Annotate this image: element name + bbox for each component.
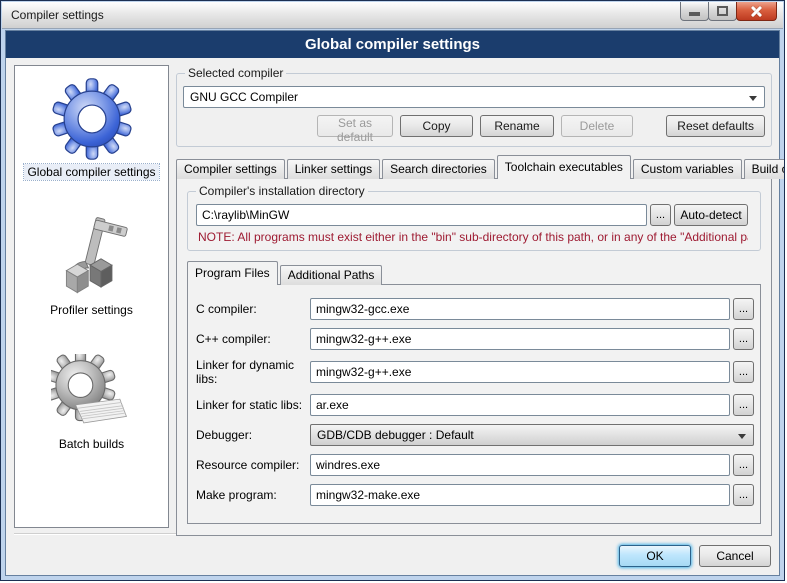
- make-program-input[interactable]: [310, 484, 730, 506]
- settings-tabs: Compiler settings Linker settings Search…: [176, 155, 772, 179]
- resource-compiler-browse-button[interactable]: ...: [733, 454, 754, 476]
- auto-detect-button[interactable]: Auto-detect: [674, 204, 748, 226]
- title-bar[interactable]: Compiler settings: [2, 2, 783, 29]
- selected-compiler-group: Selected compiler GNU GCC Compiler Set a…: [176, 73, 772, 147]
- chevron-down-icon: [738, 434, 746, 439]
- group-label: Compiler's installation directory: [196, 184, 368, 198]
- settings-category-list: Global compiler settings: [14, 65, 169, 528]
- field-label: Linker for static libs:: [196, 398, 310, 412]
- program-files-panel: C compiler: ... C++ compiler: ... Linker…: [187, 284, 761, 524]
- debugger-select-value: GDB/CDB debugger : Default: [317, 428, 474, 442]
- sidebar-item-label: Global compiler settings: [24, 164, 158, 180]
- dialog-body: Global compiler settings: [5, 30, 780, 576]
- tab-compiler-settings[interactable]: Compiler settings: [176, 159, 285, 179]
- set-as-default-button: Set as default: [317, 115, 393, 137]
- maximize-icon: [717, 6, 728, 16]
- page-title: Global compiler settings: [6, 31, 779, 58]
- static-linker-browse-button[interactable]: ...: [733, 394, 754, 416]
- resource-compiler-input[interactable]: [310, 454, 730, 476]
- sidebar-item-global-compiler-settings[interactable]: Global compiler settings: [24, 78, 158, 180]
- dynamic-linker-browse-button[interactable]: ...: [733, 361, 754, 383]
- close-icon: [749, 4, 764, 19]
- caliper-icon: [50, 216, 132, 298]
- sidebar-item-batch-builds[interactable]: Batch builds: [51, 354, 133, 452]
- installation-directory-group: Compiler's installation directory ... Au…: [187, 191, 761, 251]
- tab-additional-paths[interactable]: Additional Paths: [280, 265, 383, 285]
- make-program-browse-button[interactable]: ...: [733, 484, 754, 506]
- group-label: Selected compiler: [185, 66, 286, 80]
- field-label: Debugger:: [196, 428, 310, 442]
- toolchain-executables-panel: Compiler's installation directory ... Au…: [176, 178, 772, 536]
- field-row: C++ compiler: ...: [196, 328, 754, 350]
- field-row: Linker for static libs: ...: [196, 394, 754, 416]
- c-compiler-browse-button[interactable]: ...: [733, 298, 754, 320]
- field-row: Make program: ...: [196, 484, 754, 506]
- cpp-compiler-input[interactable]: [310, 328, 730, 350]
- compiler-select[interactable]: GNU GCC Compiler: [183, 86, 765, 108]
- tab-toolchain-executables[interactable]: Toolchain executables: [497, 155, 631, 179]
- field-label: C++ compiler:: [196, 332, 310, 346]
- tab-search-directories[interactable]: Search directories: [382, 159, 495, 179]
- compiler-settings-window: Compiler settings Global compiler settin…: [0, 0, 785, 581]
- sidebar-item-label: Batch builds: [56, 436, 127, 452]
- install-dir-input[interactable]: [196, 204, 647, 226]
- ok-button[interactable]: OK: [619, 545, 691, 567]
- field-label: Resource compiler:: [196, 458, 310, 472]
- batch-builds-gear-icon: [51, 354, 133, 432]
- main-panel: Selected compiler GNU GCC Compiler Set a…: [176, 61, 772, 536]
- minimize-button[interactable]: [680, 2, 709, 21]
- field-row: Debugger: GDB/CDB debugger : Default: [196, 424, 754, 446]
- tab-build-options[interactable]: Build options: [744, 159, 785, 179]
- c-compiler-input[interactable]: [310, 298, 730, 320]
- field-row: C compiler: ...: [196, 298, 754, 320]
- cancel-button[interactable]: Cancel: [699, 545, 771, 567]
- maximize-button[interactable]: [708, 2, 737, 21]
- cpp-compiler-browse-button[interactable]: ...: [733, 328, 754, 350]
- program-tabs: Program Files Additional Paths: [187, 261, 761, 285]
- chevron-down-icon: [749, 96, 757, 101]
- install-dir-browse-button[interactable]: ...: [650, 204, 671, 226]
- close-button[interactable]: [736, 2, 777, 21]
- field-row: Resource compiler: ...: [196, 454, 754, 476]
- compiler-actions: Set as default Copy Rename Delete Reset …: [183, 115, 765, 137]
- debugger-select[interactable]: GDB/CDB debugger : Default: [310, 424, 754, 446]
- sidebar-item-profiler-settings[interactable]: Profiler settings: [47, 216, 136, 318]
- window-title: Compiler settings: [11, 8, 104, 22]
- field-label: Linker for dynamic libs:: [196, 358, 310, 386]
- minimize-icon: [689, 12, 700, 16]
- field-label: C compiler:: [196, 302, 310, 316]
- field-row: Linker for dynamic libs: ...: [196, 358, 754, 386]
- reset-defaults-button[interactable]: Reset defaults: [666, 115, 765, 137]
- tab-linker-settings[interactable]: Linker settings: [287, 159, 380, 179]
- compiler-select-value: GNU GCC Compiler: [190, 90, 298, 104]
- window-controls: [681, 2, 777, 21]
- rename-button[interactable]: Rename: [480, 115, 554, 137]
- blue-gear-icon: [51, 78, 133, 160]
- bin-subdirectory-note: NOTE: All programs must exist either in …: [198, 230, 748, 244]
- copy-button[interactable]: Copy: [400, 115, 473, 137]
- static-linker-input[interactable]: [310, 394, 730, 416]
- tab-program-files[interactable]: Program Files: [187, 261, 278, 285]
- sidebar-item-label: Profiler settings: [47, 302, 136, 318]
- dynamic-linker-input[interactable]: [310, 361, 730, 383]
- tab-custom-variables[interactable]: Custom variables: [633, 159, 742, 179]
- delete-button: Delete: [561, 115, 633, 137]
- field-label: Make program:: [196, 488, 310, 502]
- dialog-footer: OK Cancel: [14, 533, 771, 567]
